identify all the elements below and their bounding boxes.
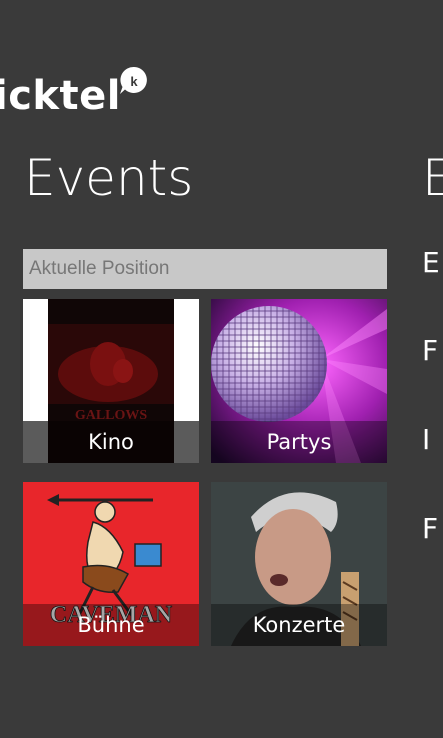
tile-kino[interactable]: GALLOWS Kino — [23, 299, 199, 463]
next-panel-title: E — [422, 149, 443, 207]
next-panel-item[interactable]: F — [422, 334, 438, 368]
next-panel-item[interactable]: F — [422, 512, 438, 546]
logo-badge-icon: k — [120, 66, 147, 94]
tile-buehne[interactable]: CAVEMAN Bühne — [23, 482, 199, 646]
logo-badge-letter: k — [130, 74, 138, 89]
next-panel-item[interactable]: E — [422, 246, 440, 280]
tile-label: Bühne — [23, 604, 199, 646]
tile-partys[interactable]: Partys — [211, 299, 387, 463]
tile-label: Konzerte — [211, 604, 387, 646]
tile-label: Partys — [211, 421, 387, 463]
app-logo: icktel — [0, 73, 121, 119]
tile-label: Kino — [23, 421, 199, 463]
location-input[interactable]: Aktuelle Position — [23, 249, 387, 289]
next-panel-item[interactable]: I — [422, 423, 430, 457]
page-title: Events — [24, 149, 194, 207]
tile-konzerte[interactable]: Konzerte — [211, 482, 387, 646]
